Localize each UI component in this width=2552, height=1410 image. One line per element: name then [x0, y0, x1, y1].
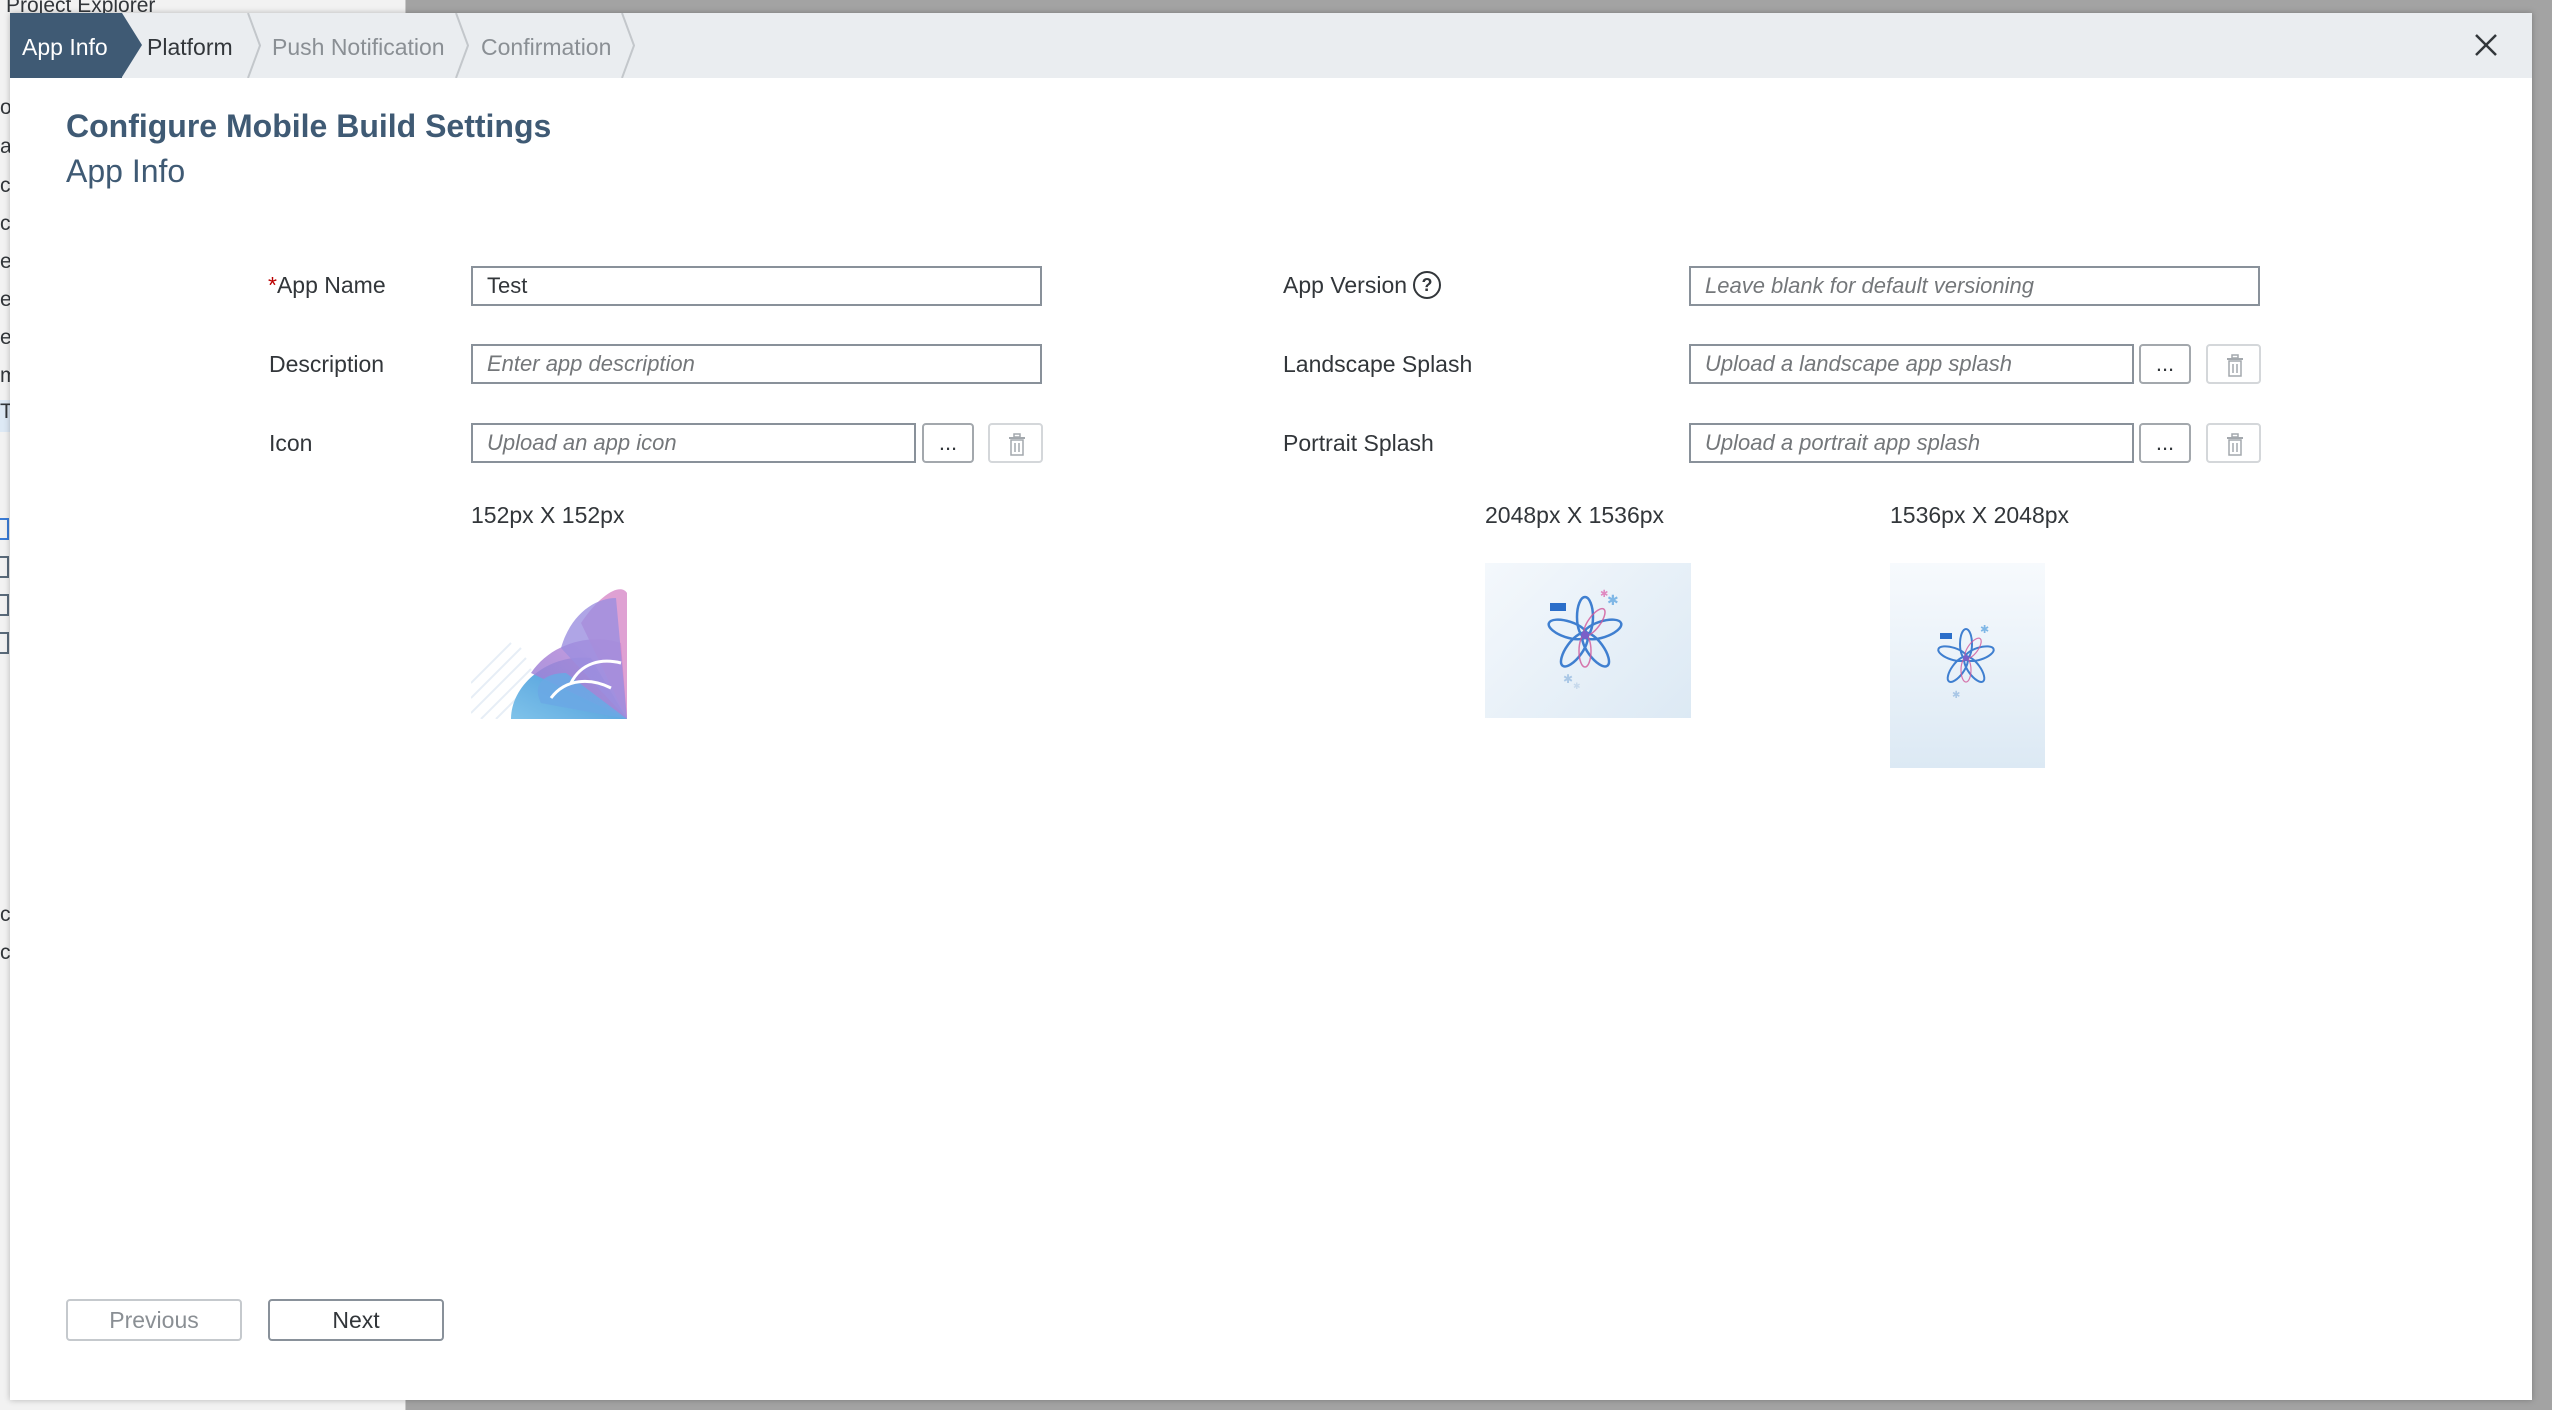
portrait-splash-label: Portrait Splash: [1283, 430, 1434, 456]
dialog-subtitle: App Info: [66, 153, 186, 189]
app-version-label: App Version: [1283, 272, 1408, 298]
svg-text:✱: ✱: [1980, 623, 1989, 636]
file-icon: [0, 594, 9, 616]
landscape-splash-input[interactable]: [1689, 344, 2134, 384]
svg-text:?: ?: [1422, 275, 1433, 295]
portrait-splash-preview-image: ✱ ✱: [1890, 563, 2045, 768]
next-button[interactable]: Next: [268, 1299, 444, 1341]
wizard-step-platform[interactable]: Platform: [147, 13, 233, 78]
previous-button[interactable]: Previous: [66, 1299, 242, 1341]
landscape-splash-label: Landscape Splash: [1283, 351, 1473, 377]
required-mark: *: [268, 272, 277, 298]
step-separator-icon: [621, 13, 636, 78]
wizard-step-app-info[interactable]: App Info: [10, 13, 142, 78]
tree-fragment: ch: [0, 174, 10, 197]
step-separator-icon: [247, 13, 262, 78]
svg-text:✱: ✱: [1563, 672, 1573, 686]
portrait-size-hint: 1536px X 2048px: [1890, 502, 2070, 528]
dialog-title: Configure Mobile Build Settings: [66, 108, 552, 144]
tree-fragment: o: [0, 96, 10, 119]
landscape-splash-browse-button[interactable]: ...: [2139, 344, 2191, 384]
description-input[interactable]: [471, 344, 1042, 384]
trash-icon: [2227, 433, 2243, 456]
icon-label: Icon: [269, 430, 313, 456]
portrait-splash-delete-button[interactable]: [2206, 423, 2261, 463]
app-name-label: *App Name: [268, 272, 386, 299]
tree-fragment: cp: [0, 903, 10, 926]
portrait-splash-input[interactable]: [1689, 423, 2134, 463]
step-separator-icon: [455, 13, 470, 78]
wizard-step-push-notification[interactable]: Push Notification: [272, 13, 445, 78]
tree-fragment: el: [0, 326, 10, 349]
icon-upload-input[interactable]: [471, 423, 916, 463]
landscape-splash-preview-image: ✱ ✱ ✱ ✱: [1485, 563, 1691, 718]
wizard-step-confirmation[interactable]: Confirmation: [481, 13, 611, 78]
file-icon: [0, 556, 9, 578]
tree-fragment: el: [0, 250, 10, 273]
icon-size-hint: 152px X 152px: [471, 502, 625, 528]
svg-text:✱: ✱: [1573, 682, 1581, 692]
question-circle-icon[interactable]: ?: [1411, 269, 1443, 301]
tree-fragment: al: [0, 135, 10, 158]
app-name-input[interactable]: [471, 266, 1042, 306]
wizard-progress-bar: App Info Platform Push Notification Conf…: [10, 13, 2532, 78]
tree-fragment: m: [0, 364, 10, 387]
landscape-size-hint: 2048px X 1536px: [1485, 502, 1665, 528]
tree-fragment: el: [0, 288, 10, 311]
file-icon: [0, 518, 9, 540]
description-label: Description: [269, 351, 385, 377]
icon-delete-button[interactable]: [988, 423, 1043, 463]
tree-fragment-selected: Te: [0, 400, 10, 432]
icon-preview-image: [471, 563, 627, 719]
landscape-splash-delete-button[interactable]: [2206, 344, 2261, 384]
tree-fragment: cp: [0, 941, 10, 964]
trash-icon: [1009, 433, 1025, 456]
file-icon: [0, 632, 9, 654]
tree-fragment: cr: [0, 212, 10, 235]
app-version-input[interactable]: [1689, 266, 2260, 306]
close-icon[interactable]: [2470, 29, 2502, 61]
icon-browse-button[interactable]: ...: [922, 423, 974, 463]
app-name-label-text: App Name: [276, 272, 386, 298]
svg-text:✱: ✱: [1607, 593, 1619, 609]
svg-text:✱: ✱: [1600, 589, 1608, 600]
trash-icon: [2227, 354, 2243, 377]
portrait-splash-browse-button[interactable]: ...: [2139, 423, 2191, 463]
svg-text:✱: ✱: [1952, 690, 1960, 701]
mobile-build-dialog: App Info Platform Push Notification Conf…: [10, 13, 2532, 1400]
